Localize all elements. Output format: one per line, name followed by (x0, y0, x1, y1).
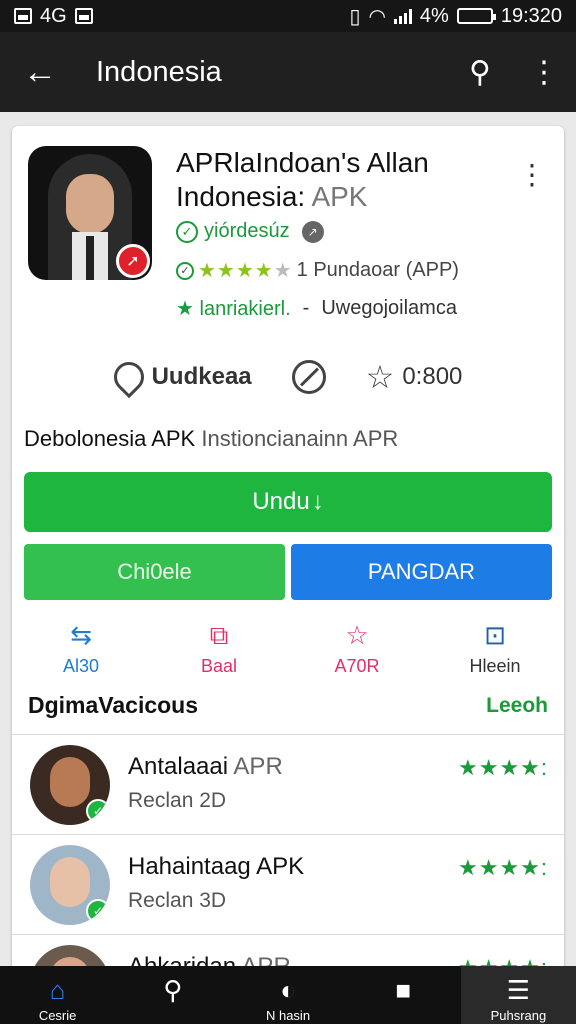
similar-list: ✓ Antalaaai APR Reclan 2D ★★★★: ✓ Hahain… (12, 734, 564, 996)
menu-icon: ☰ (506, 975, 531, 1005)
bottom-nav: ⌂ Cesrie ⚲ ◐ N hasin ■ ☰ Puhsrang (0, 966, 576, 1024)
more-vert-icon[interactable]: ⋮ (512, 32, 576, 112)
see-more-link[interactable]: Leeoh (486, 694, 548, 718)
app-bar: ← Indonesia ⚲ ⋮ (0, 32, 576, 112)
developer-row[interactable]: ✓ yiórdesúz ↗ (176, 220, 324, 243)
copy-icon: ⧉ (209, 620, 229, 650)
list-item[interactable]: ✓ Hahaintaag APK Reclan 3D ★★★★: (12, 834, 564, 934)
home-icon: ⌂ (49, 975, 66, 1005)
nav-apps[interactable]: ■ (346, 966, 461, 1024)
search-icon[interactable]: ⚲ (448, 32, 512, 112)
action-row: ⇆ Al30 ⧉ Baal ☆ A70R ⊡ Hleein (12, 620, 564, 677)
block-icon (291, 360, 326, 394)
category-separator: - (302, 297, 310, 319)
page-title: Indonesia (96, 55, 222, 88)
image-icon (74, 8, 93, 24)
app-title-line1: APRlaIndoan's Allan (176, 147, 429, 178)
item-subtitle: Reclan 3D (128, 889, 227, 912)
battery-percent: 4% (419, 4, 449, 27)
action-favorite[interactable]: ☆ A70R (302, 620, 412, 677)
back-arrow-icon[interactable]: ← (0, 32, 80, 112)
app-title-line2: Indonesia: (176, 181, 306, 212)
list-item[interactable]: ✓ Antalaaai APR Reclan 2D ★★★★: (12, 734, 564, 834)
search-icon: ⚲ (163, 975, 183, 1005)
item-title: Antalaaai APR (128, 753, 283, 780)
info-box-icon: ⊡ (484, 620, 506, 650)
location-label: Uudkeaa (151, 363, 252, 390)
rating-text: 1 Pundaoar (APP) (296, 259, 459, 281)
description: Debolonesia APK Instioncianainn APR (24, 426, 399, 451)
check-button[interactable]: Chi0ele (24, 544, 285, 600)
category-row: ★ lanriakierl. - Uwegojoilamca (176, 296, 457, 321)
status-bar: 4G ▯ ◠ 4% 19:320 (0, 0, 576, 32)
item-subtitle: Reclan 2D (128, 789, 227, 812)
category-extra: Uwegojoilamca (321, 297, 457, 319)
app-more-icon[interactable]: ⋮ (518, 158, 546, 191)
verified-icon: ✓ (86, 799, 110, 823)
verified-icon: ✓ (86, 899, 110, 923)
check-icon: ✓ (176, 261, 194, 280)
app-title-suffix: APK (311, 181, 368, 212)
battery-icon (456, 8, 496, 24)
square-icon: ■ (395, 975, 412, 1005)
item-stars: ★★★★: (457, 855, 548, 880)
nav-theme[interactable]: ◐ N hasin (230, 966, 345, 1024)
app-title: APRlaIndoan's Allan Indonesia: APK (176, 146, 496, 214)
similar-header: DgimaVacicous Leeoh (28, 692, 548, 719)
nav-label: N hasin (265, 1008, 311, 1023)
download-label: Undu (252, 488, 310, 515)
info-icon: ↗ (301, 220, 324, 243)
app-detail-card: ➚ APRlaIndoan's Allan Indonesia: APK ⋮ ✓… (12, 126, 564, 996)
nav-search[interactable]: ⚲ (115, 966, 230, 1024)
vibrate-icon: ▯ (349, 5, 361, 28)
location-pin-icon (107, 355, 150, 399)
rating-stars: ★★★★★ (198, 260, 293, 282)
action-label: Baal (200, 656, 238, 676)
action-share[interactable]: ⇆ Al30 (26, 620, 136, 677)
rating-row: ✓ ★★★★★ 1 Pundaoar (APP) (176, 258, 459, 283)
developer-name: yiórdesúz (204, 220, 290, 242)
gallery-icon (14, 8, 32, 24)
nav-label: Cesrie (38, 1008, 77, 1023)
item-stars: ★★★★: (457, 755, 548, 780)
wifi-icon: ◠ (368, 5, 386, 28)
network-type: 4G (40, 4, 67, 27)
rating-value: 0:800 (402, 363, 463, 390)
action-label: A70R (334, 656, 380, 676)
block-item[interactable] (291, 360, 326, 394)
star-outline-icon: ☆ (365, 359, 395, 395)
action-copy[interactable]: ⧉ Baal (164, 620, 274, 677)
verified-check-icon: ✓ (176, 220, 198, 243)
location-item[interactable]: Uudkeaa (107, 355, 252, 399)
download-button[interactable]: Undu ↓ (24, 472, 552, 532)
app-icon: ➚ (28, 146, 152, 280)
secondary-buttons: Chi0ele PANGDAR (24, 544, 552, 600)
download-arrow-icon: ↓ (311, 488, 324, 515)
action-label: Hleein (469, 656, 521, 676)
nav-menu[interactable]: ☰ Puhsrang (460, 966, 576, 1024)
action-info[interactable]: ⊡ Hleein (440, 620, 550, 677)
share-icon: ⇆ (70, 620, 92, 650)
contrast-icon: ◐ (280, 975, 296, 1005)
install-button[interactable]: PANGDAR (291, 544, 552, 600)
action-label: Al30 (62, 656, 100, 676)
nav-label: Puhsrang (490, 1008, 547, 1023)
rating-item[interactable]: ☆ 0:800 (366, 358, 463, 396)
avatar: ✓ (30, 745, 110, 825)
app-badge-icon: ➚ (116, 244, 150, 278)
similar-heading: DgimaVacicous (28, 692, 199, 718)
avatar: ✓ (30, 845, 110, 925)
nav-home[interactable]: ⌂ Cesrie (0, 966, 115, 1024)
signal-icon (393, 8, 412, 24)
meta-row: Uudkeaa ☆ 0:800 (12, 355, 564, 399)
item-title: Hahaintaag APK (128, 853, 305, 880)
clock: 19:320 (500, 4, 562, 27)
star-icon: ☆ (345, 620, 369, 650)
category-label[interactable]: ★ lanriakierl. (176, 296, 291, 321)
